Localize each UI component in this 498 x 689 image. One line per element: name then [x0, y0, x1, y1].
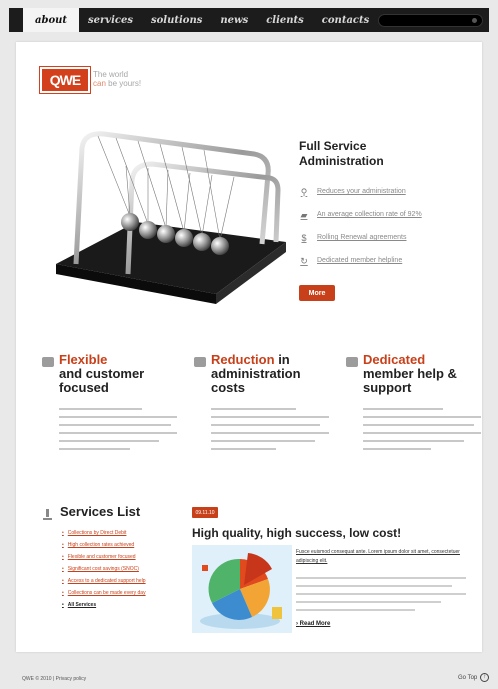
services-list-item[interactable]: Flexible and customer focused: [62, 551, 146, 563]
logo[interactable]: QWE: [39, 66, 91, 94]
nav-item-services[interactable]: services: [79, 8, 142, 32]
column-highlight: Reduction: [211, 352, 275, 367]
pie-chart-illustration: [192, 545, 292, 633]
column-text: [211, 408, 329, 456]
column-heading-rest: administration costs: [211, 366, 301, 395]
column-highlight: Dedicated: [363, 352, 426, 367]
column-heading-rest: member help & support: [363, 366, 457, 395]
all-services-link[interactable]: All Services: [62, 599, 146, 611]
nav-item-solutions[interactable]: solutions: [142, 8, 211, 32]
nav-item-contacts[interactable]: contacts: [313, 8, 378, 32]
nav-item-news[interactable]: news: [211, 8, 257, 32]
content-panel: QWE The world can be yours! Full Service…: [16, 42, 482, 652]
read-more-link[interactable]: › Read More: [296, 621, 330, 627]
document-icon: [42, 357, 54, 367]
footer-copyright: QWE © 2010 | Privacy policy: [22, 676, 87, 682]
magnifier-icon: ⚲: [300, 186, 308, 197]
news-teaser-link[interactable]: Fusce euismod consequat ante. Lorem ipsu…: [296, 548, 466, 566]
feature-list: ⚲ Reduces your administration ▰ An average…: [299, 180, 422, 272]
column-heading: Reduction in administration costs: [211, 353, 321, 395]
column-text: [363, 408, 481, 456]
services-list-item[interactable]: Access to a dedicated support help: [62, 575, 146, 587]
feature-label: Rolling Renewal agreements: [317, 234, 407, 241]
news-title: High quality, high success, low cost!: [192, 526, 402, 540]
services-list-item[interactable]: Collections by Direct Debit: [62, 527, 146, 539]
lamp-icon: [43, 509, 52, 520]
feature-item[interactable]: $ Rolling Renewal agreements: [299, 226, 422, 249]
services-list-title: Services List: [60, 504, 141, 519]
logo-tagline: The world can be yours!: [93, 70, 141, 88]
arrow-up-icon: ↑: [480, 673, 490, 682]
go-top-link[interactable]: Go Top ↑: [458, 673, 490, 682]
news-body-text: [296, 577, 466, 617]
newtons-cradle-image: [56, 131, 286, 304]
tagline-accent: can: [93, 79, 106, 88]
tagline-rest: be yours!: [108, 79, 142, 88]
search-input[interactable]: [378, 13, 483, 27]
top-navigation-bar: about services solutions news clients co…: [9, 8, 489, 32]
feature-item[interactable]: ↻ Dedicated member helpline: [299, 249, 422, 272]
feature-label: An average collection rate of 92%: [317, 211, 422, 218]
column-heading: Dedicated member help & support: [363, 353, 463, 395]
go-top-label: Go Top: [458, 674, 478, 681]
car-icon: ▰: [300, 209, 308, 220]
column-heading: Flexible and customer focused: [59, 353, 182, 395]
feature-item[interactable]: ⚲ Reduces your administration: [299, 180, 422, 203]
feature-label: Reduces your administration: [317, 188, 406, 195]
nav-item-about[interactable]: about: [23, 8, 80, 32]
feature-label: Dedicated member helpline: [317, 257, 403, 264]
services-list-item[interactable]: Collections can be made every day: [62, 587, 146, 599]
column-heading-rest: and customer focused: [59, 366, 145, 395]
search-icon[interactable]: [472, 17, 477, 23]
feature-item[interactable]: ▰ An average collection rate of 92%: [299, 203, 422, 226]
refresh-icon: ↻: [300, 255, 308, 266]
read-more-label: Read More: [299, 621, 331, 627]
services-list-item[interactable]: High collection rates achieved: [62, 539, 146, 551]
services-list: Collections by Direct Debit High collect…: [62, 527, 146, 611]
tagline-line2: can be yours!: [93, 79, 141, 88]
column-heading-inline: in: [278, 352, 290, 367]
more-button[interactable]: More: [299, 285, 335, 301]
pushpin-icon: [194, 357, 206, 367]
services-list-item[interactable]: Significant cost savings (SNOC): [62, 563, 146, 575]
users-icon: [346, 357, 358, 367]
dollar-icon: $: [301, 232, 307, 243]
tagline-line1: The world: [93, 70, 129, 79]
column-highlight: Flexible: [59, 352, 108, 367]
main-nav: about services solutions news clients co…: [9, 8, 378, 32]
column-text: [59, 408, 177, 456]
hero-title: Full Service Administration: [299, 139, 384, 168]
news-date-badge: 09.11.10: [192, 507, 218, 518]
nav-item-clients[interactable]: clients: [257, 8, 313, 32]
